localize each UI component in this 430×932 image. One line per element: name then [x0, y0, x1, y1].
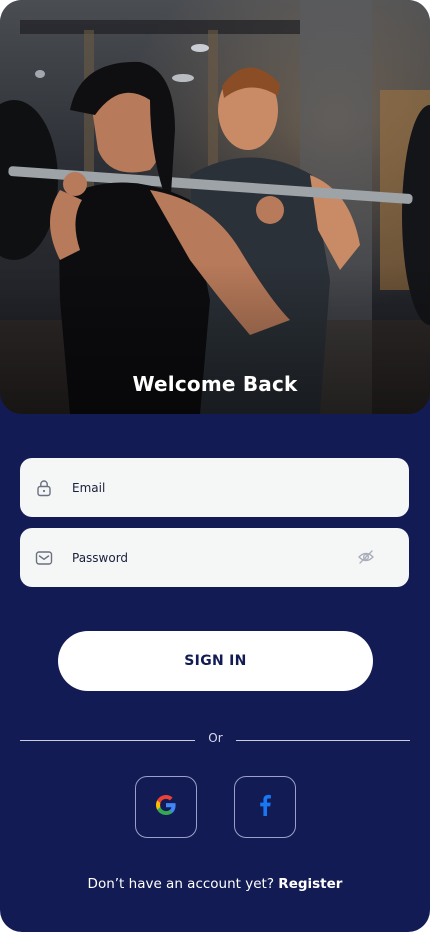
- facebook-sign-in-button[interactable]: [234, 776, 296, 838]
- page-title: Welcome Back: [132, 372, 298, 396]
- google-sign-in-button[interactable]: [135, 776, 197, 838]
- facebook-icon: [258, 794, 272, 821]
- password-field[interactable]: [20, 528, 409, 587]
- eye-off-icon[interactable]: [357, 548, 375, 566]
- hero-image: Welcome Back: [0, 0, 430, 414]
- register-prompt-text: Don’t have an account yet?: [87, 876, 274, 892]
- email-field[interactable]: [20, 458, 409, 517]
- divider-left: [20, 740, 195, 741]
- email-input[interactable]: [72, 480, 332, 495]
- divider-label: Or: [208, 731, 223, 745]
- login-screen: Welcome Back SIGN: [0, 0, 430, 932]
- register-link[interactable]: Register: [278, 876, 342, 892]
- password-input[interactable]: [72, 550, 332, 565]
- register-prompt: Don’t have an account yet? Register: [0, 876, 430, 892]
- mail-icon: [35, 549, 53, 567]
- sign-in-button[interactable]: SIGN IN: [58, 631, 373, 691]
- google-icon: [153, 792, 179, 823]
- lock-icon: [35, 479, 53, 497]
- divider-right: [236, 740, 410, 741]
